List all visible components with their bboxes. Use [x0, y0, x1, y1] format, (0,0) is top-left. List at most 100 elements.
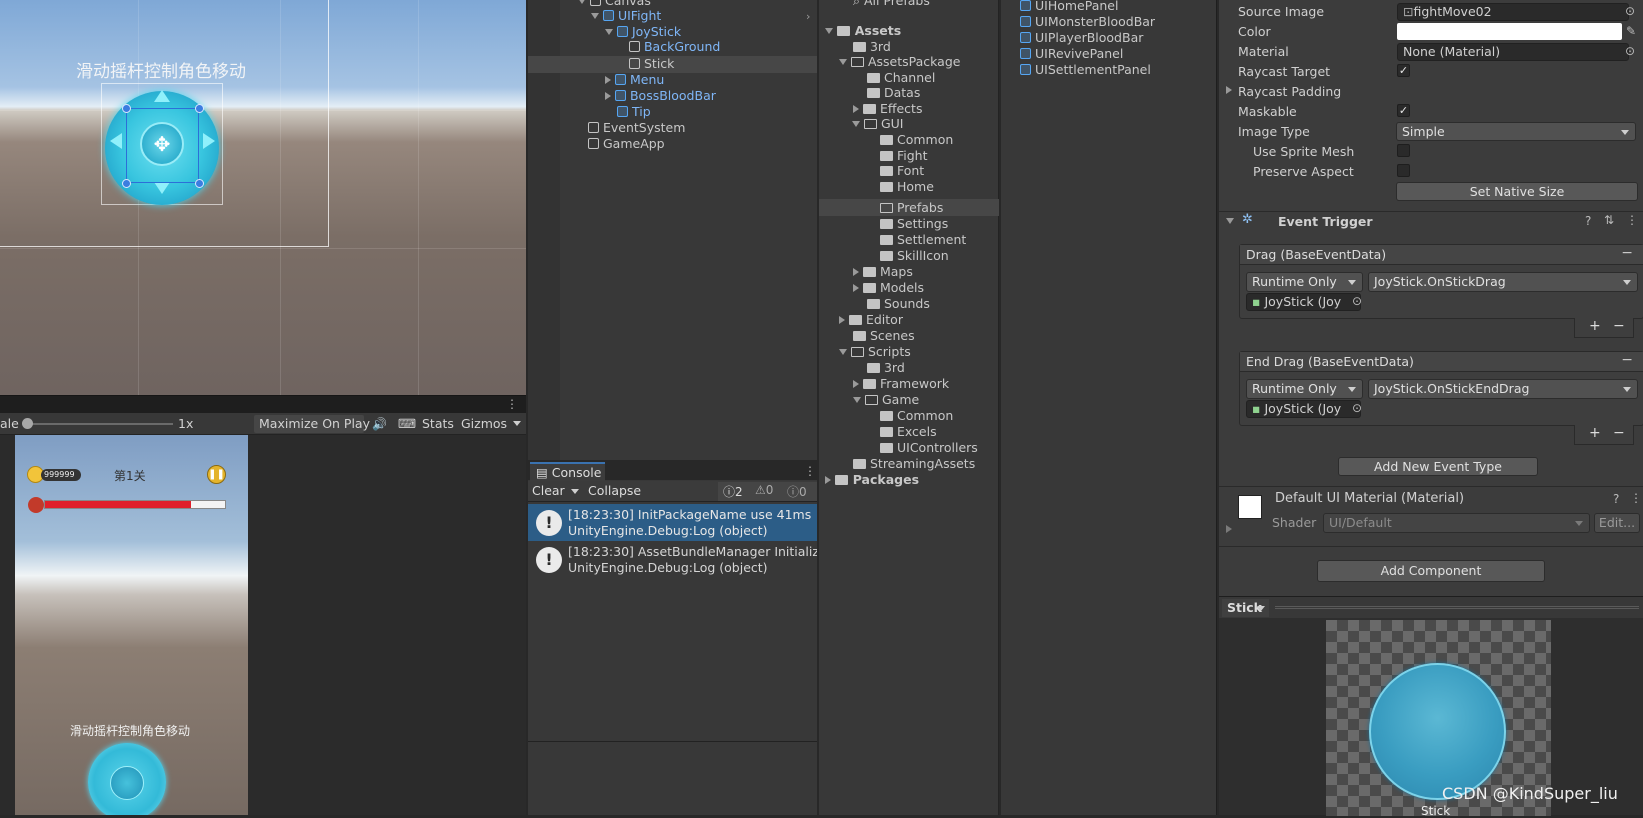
expand-icon[interactable]	[1226, 86, 1232, 94]
game-joystick-stick[interactable]	[110, 766, 144, 800]
preserve-aspect-checkbox[interactable]	[1397, 164, 1410, 177]
add-new-event-type-button[interactable]: Add New Event Type	[1338, 457, 1538, 476]
project-item-packages[interactable]: Packages	[825, 472, 919, 488]
hierarchy-item-bossbloodbar[interactable]: BossBloodBar	[605, 88, 716, 104]
prefab-item[interactable]: UIMonsterBloodBar	[1020, 14, 1155, 30]
material-field[interactable]: None (Material)	[1397, 43, 1629, 61]
remove-event-icon[interactable]: −	[1621, 352, 1633, 368]
object-picker-icon[interactable]: ⊙	[1352, 294, 1362, 308]
hierarchy-item-gameapp[interactable]: GameApp	[588, 136, 665, 152]
project-item-excels[interactable]: Excels	[880, 424, 937, 440]
raycast-target-checkbox[interactable]: ✓	[1397, 64, 1410, 77]
project-item-assetspackage[interactable]: AssetsPackage	[839, 54, 960, 70]
runtime-only-dropdown[interactable]: Runtime Only	[1246, 379, 1363, 399]
gizmos-button[interactable]: Gizmos	[461, 415, 507, 433]
raycast-padding-label[interactable]: Raycast Padding	[1238, 84, 1341, 99]
end-drag-function-dropdown[interactable]: JoyStick.OnStickEndDrag	[1368, 379, 1638, 399]
chevron-right-icon[interactable]: ›	[806, 10, 810, 23]
project-item-all-prefabs[interactable]: ⌕ All Prefabs	[853, 0, 930, 9]
object-picker-icon[interactable]: ⊙	[1625, 44, 1635, 58]
object-picker-icon[interactable]: ⊙	[1352, 401, 1362, 415]
component-menu-icon[interactable]: ⋮	[1630, 491, 1642, 505]
project-item-sounds[interactable]: Sounds	[867, 296, 930, 312]
project-item-effects[interactable]: Effects	[853, 101, 922, 117]
project-item-models[interactable]: Models	[853, 280, 924, 296]
info-count-toggle[interactable]: ⓘ2	[723, 483, 743, 500]
console-entry[interactable]: ! [18:23:30] AssetBundleManager Initiali…	[528, 541, 817, 579]
set-native-size-button[interactable]: Set Native Size	[1396, 182, 1638, 201]
project-item-scripts[interactable]: Scripts	[839, 344, 911, 360]
hierarchy-item-tip[interactable]: Tip	[617, 104, 651, 120]
project-item-datas[interactable]: Datas	[867, 85, 920, 101]
project-item-game[interactable]: Game	[853, 392, 919, 408]
console-tab[interactable]: ▤ Console	[530, 462, 605, 481]
scale-slider-thumb[interactable]	[22, 418, 33, 429]
gizmos-dropdown-icon[interactable]	[513, 421, 521, 426]
more-menu-icon[interactable]: ⋮	[506, 397, 518, 411]
rect-handle[interactable]	[122, 104, 131, 113]
project-item-channel[interactable]: Channel	[867, 70, 935, 86]
clear-dropdown-icon[interactable]	[571, 489, 579, 494]
project-item-home[interactable]: Home	[880, 179, 934, 195]
project-item-scenes[interactable]: Scenes	[853, 328, 915, 344]
hierarchy-item-menu[interactable]: Menu	[605, 72, 664, 88]
source-image-field[interactable]: ⊡fightMove02	[1397, 3, 1629, 21]
project-item-settings[interactable]: Settings	[880, 216, 948, 232]
rect-handle[interactable]	[122, 179, 131, 188]
warning-count-toggle[interactable]: ⚠0	[755, 483, 773, 497]
color-swatch[interactable]	[1397, 23, 1622, 40]
pause-icon[interactable]: ❚❚	[207, 465, 226, 484]
remove-listener-icon[interactable]: −	[1613, 425, 1625, 441]
prefab-item[interactable]: UIRevivePanel	[1020, 46, 1123, 62]
eyedropper-icon[interactable]: ✎	[1626, 24, 1636, 38]
console-split-divider[interactable]	[528, 741, 817, 742]
project-item-editor[interactable]: Editor	[839, 312, 903, 328]
project-item-framework[interactable]: Framework	[853, 376, 949, 392]
project-item-streamingassets[interactable]: StreamingAssets	[853, 456, 975, 472]
rect-handle[interactable]	[195, 104, 204, 113]
prefab-item[interactable]: UIHomePanel	[1020, 0, 1118, 14]
scale-slider-track[interactable]	[28, 423, 173, 425]
preview-drag-handle[interactable]	[1275, 606, 1639, 609]
mute-audio-icon[interactable]: 🔊	[372, 415, 387, 433]
project-item-assets[interactable]: Assets	[825, 23, 901, 39]
prefab-item[interactable]: UIPlayerBloodBar	[1020, 30, 1143, 46]
project-item-skillicon[interactable]: SkillIcon	[880, 248, 949, 264]
game-view[interactable]: 999999 第1关 ❚❚ 滑动摇杆控制角色移动	[15, 435, 248, 815]
project-item-uicontrollers[interactable]: UIControllers	[880, 440, 978, 456]
add-listener-icon[interactable]: +	[1589, 425, 1601, 441]
expand-icon[interactable]	[1226, 525, 1232, 533]
remove-listener-icon[interactable]: −	[1613, 318, 1625, 334]
component-menu-icon[interactable]: ⋮	[1626, 213, 1638, 227]
hierarchy-item-background[interactable]: BackGround	[629, 39, 720, 55]
drag-function-dropdown[interactable]: JoyStick.OnStickDrag	[1368, 272, 1638, 292]
collapse-button[interactable]: Collapse	[588, 483, 641, 498]
help-icon[interactable]: ?	[1585, 214, 1591, 228]
project-item-3rd[interactable]: 3rd	[853, 39, 891, 55]
error-count-toggle[interactable]: ⓘ0	[787, 483, 807, 500]
maskable-checkbox[interactable]: ✓	[1397, 104, 1410, 117]
project-item-font[interactable]: Font	[880, 163, 924, 179]
shader-dropdown[interactable]: UI/Default	[1323, 513, 1590, 533]
console-entry[interactable]: ! [18:23:30] InitPackageName use 41ms Un…	[528, 504, 817, 541]
hierarchy-item-stick[interactable]: Stick	[629, 56, 674, 72]
hierarchy-item-uifight[interactable]: UIFight	[591, 8, 661, 24]
project-item-gui[interactable]: GUI	[852, 116, 904, 132]
preset-icon[interactable]: ⇅	[1604, 213, 1614, 227]
remove-event-icon[interactable]: −	[1621, 245, 1633, 261]
project-item-maps[interactable]: Maps	[853, 264, 913, 280]
project-item-common[interactable]: Common	[880, 132, 953, 148]
use-sprite-mesh-checkbox[interactable]	[1397, 144, 1410, 157]
add-listener-icon[interactable]: +	[1589, 318, 1601, 334]
runtime-only-dropdown[interactable]: Runtime Only	[1246, 272, 1363, 292]
end-drag-target-object-field[interactable]: ▪ JoyStick (Joy	[1246, 400, 1361, 418]
hierarchy-item-joystick[interactable]: JoyStick	[605, 24, 681, 40]
console-more-icon[interactable]: ⋮	[804, 464, 816, 478]
project-item-scripts-3rd[interactable]: 3rd	[867, 360, 905, 376]
project-item-game-common[interactable]: Common	[880, 408, 953, 424]
shader-edit-button[interactable]: Edit...	[1594, 513, 1640, 533]
add-component-button[interactable]: Add Component	[1317, 560, 1545, 582]
clear-button[interactable]: Clear	[532, 483, 565, 498]
object-picker-icon[interactable]: ⊙	[1625, 4, 1635, 18]
help-icon[interactable]: ?	[1613, 492, 1619, 506]
